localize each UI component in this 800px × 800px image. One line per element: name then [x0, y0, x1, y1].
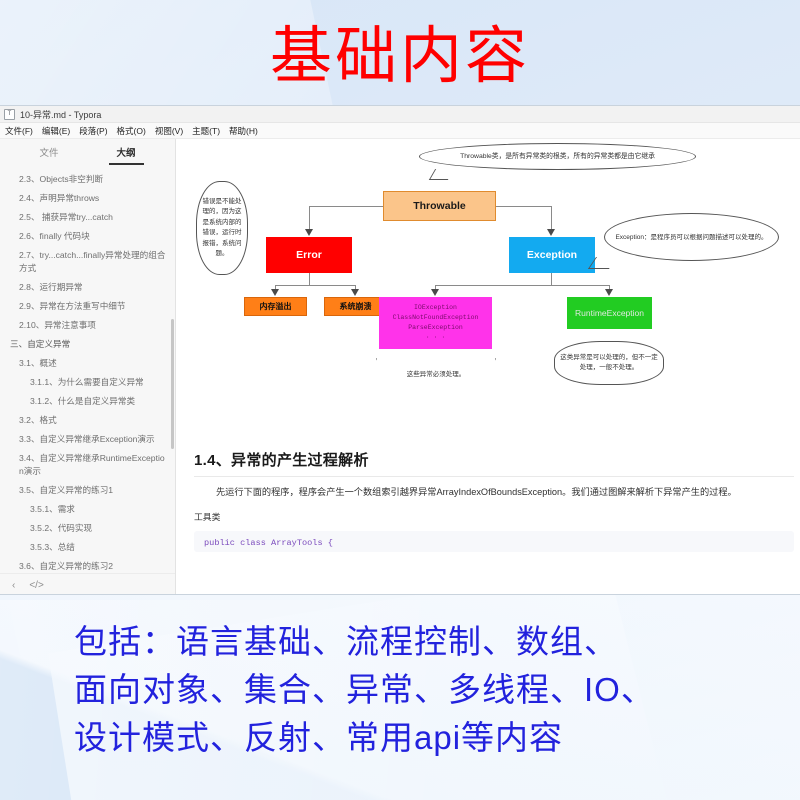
article-code-block[interactable]: public class ArrayTools {: [194, 531, 794, 552]
typora-body: 文件 大纲 2.3、Objects非空判断 2.4、声明异常throws 2.5、 …: [0, 139, 800, 594]
menu-item-help[interactable]: 帮助(H): [229, 125, 258, 137]
tab-files[interactable]: 文件: [39, 145, 58, 163]
arrow-to-error: [305, 229, 313, 236]
menu-item-edit[interactable]: 编辑(E): [42, 125, 70, 137]
article-heading: 1.4、异常的产生过程解析: [194, 452, 369, 469]
connector-throwable-to-error: [309, 206, 384, 207]
checked-line-2: ClassNotFoundException: [392, 314, 479, 321]
outline-item[interactable]: 2.3、Objects非空判断: [8, 173, 167, 186]
typora-app-icon: T: [4, 108, 15, 120]
node-system-crash: 系统崩溃: [324, 297, 387, 316]
presentation-slide: 基础内容 T 10-异常.md - Typora 文件(F) 编辑(E) 段落(…: [0, 0, 800, 800]
annotation-throwable: Throwable类，是所有异常类的根类，所有的异常类都是由它继承: [419, 143, 696, 170]
arrow-to-oom: [271, 289, 279, 296]
sidebar-scrollbar[interactable]: [171, 319, 174, 449]
arrow-to-runtime: [605, 289, 613, 296]
node-error: Error: [266, 237, 352, 273]
article-label: 工具类: [194, 512, 221, 522]
connector-exception-vertical: [551, 206, 552, 230]
outline-item[interactable]: 3.6、自定义异常的练习2: [8, 560, 167, 573]
outline-item[interactable]: 三、自定义异常: [8, 338, 167, 351]
slide-title: 基础内容: [269, 22, 530, 91]
connector-error-split: [275, 285, 356, 286]
outline-item[interactable]: 2.5、 捕获异常try...catch: [8, 211, 167, 224]
outline-item[interactable]: 2.7、try...catch...finally异常处理的组合方式: [8, 249, 167, 275]
outline-item[interactable]: 2.8、运行期异常: [8, 281, 167, 294]
typora-title-bar: T 10-异常.md - Typora: [0, 106, 800, 123]
menu-item-paragraph[interactable]: 段落(P): [79, 125, 107, 137]
node-checked-exceptions: IOException ClassNotFoundException Parse…: [379, 297, 492, 349]
arrow-to-checked: [431, 289, 439, 296]
connector-throwable-to-exception: [496, 206, 552, 207]
outline-item[interactable]: 2.6、finally 代码块: [8, 230, 167, 243]
collapse-sidebar-icon[interactable]: ‹: [12, 580, 15, 591]
outline-item[interactable]: 2.9、异常在方法重写中细节: [8, 300, 167, 313]
annotation-checked: 这些异常必须处理。: [376, 358, 496, 390]
article-paragraph: 先运行下面的程序，程序会产生一个数组索引越界异常ArrayIndexOfBoun…: [216, 487, 737, 497]
menu-item-format[interactable]: 格式(O): [117, 125, 146, 137]
outline-item[interactable]: 3.5.1、需求: [8, 503, 167, 516]
menu-item-view[interactable]: 视图(V): [155, 125, 183, 137]
slide-body-line-3: 设计模式、反射、常用api等内容: [74, 719, 564, 756]
slide-body-text: 包括：语言基础、流程控制、数组、 面向对象、集合、异常、多线程、IO、 设计模式…: [74, 618, 774, 762]
slide-body-line-1: 包括：语言基础、流程控制、数组、: [74, 623, 618, 660]
outline-item[interactable]: 3.2、格式: [8, 414, 167, 427]
node-throwable: Throwable: [383, 191, 496, 221]
connector-exception-split: [435, 285, 610, 286]
checked-line-3: ParseException: [408, 324, 463, 331]
arrow-to-crash: [351, 289, 359, 296]
article-section: 1.4、异常的产生过程解析 先运行下面的程序，程序会产生一个数组索引越界异常Ar…: [194, 449, 794, 552]
annotation-throwable-tail: [428, 169, 455, 180]
slide-body-line-2: 面向对象、集合、异常、多线程、IO、: [74, 671, 655, 708]
checked-line-1: IOException: [414, 304, 457, 311]
typora-menu-bar: 文件(F) 编辑(E) 段落(P) 格式(O) 视图(V) 主题(T) 帮助(H…: [0, 123, 800, 139]
annotation-error: 错误是不能处理的，因为这是系统内部的错误，运行时报错，系统问题。: [196, 181, 248, 275]
outline-item[interactable]: 3.1.1、为什么需要自定义异常: [8, 376, 167, 389]
typora-window: T 10-异常.md - Typora 文件(F) 编辑(E) 段落(P) 格式…: [0, 106, 800, 594]
node-runtime-exception: RuntimeException: [567, 297, 652, 329]
exception-hierarchy-diagram: Throwable Error Exception 内存溢出 系统崩溃 IOEx…: [184, 143, 794, 445]
annotation-runtime: 这类异常是可以处理的，但不一定处理，一般不处理。: [554, 341, 664, 385]
arrow-to-exception: [547, 229, 555, 236]
menu-item-theme[interactable]: 主题(T): [192, 125, 220, 137]
outline-item[interactable]: 3.5、自定义异常的练习1: [8, 484, 167, 497]
sidebar-footer: ‹ </>: [0, 573, 175, 594]
outline-item[interactable]: 2.10、异常注意事项: [8, 319, 167, 332]
outline-item[interactable]: 3.5.3、总结: [8, 541, 167, 554]
connector-error-vertical: [309, 206, 310, 230]
outline-item[interactable]: 3.1、概述: [8, 357, 167, 370]
outline-item[interactable]: 3.1.2、什么是自定义异常类: [8, 395, 167, 408]
outline-item[interactable]: 3.3、自定义异常继承Exception演示: [8, 433, 167, 446]
typora-editor[interactable]: Throwable Error Exception 内存溢出 系统崩溃 IOEx…: [176, 139, 800, 594]
sidebar-tab-bar: 文件 大纲: [0, 139, 175, 169]
typora-sidebar: 文件 大纲 2.3、Objects非空判断 2.4、声明异常throws 2.5、 …: [0, 139, 176, 594]
outline-item[interactable]: 3.5.2、代码实现: [8, 522, 167, 535]
annotation-exception: Exception：是程序员可以根据问题描述可以处理的。: [604, 213, 779, 261]
tab-outline[interactable]: 大纲: [108, 145, 144, 165]
outline-list[interactable]: 2.3、Objects非空判断 2.4、声明异常throws 2.5、 捕获异常tr…: [0, 169, 175, 573]
source-code-icon[interactable]: </>: [29, 580, 43, 591]
node-exception: Exception: [509, 237, 595, 273]
menu-item-file[interactable]: 文件(F): [5, 125, 33, 137]
outline-item[interactable]: 3.4、自定义异常继承RuntimeException演示: [8, 452, 167, 478]
node-out-of-memory: 内存溢出: [244, 297, 307, 316]
outline-item[interactable]: 2.4、声明异常throws: [8, 192, 167, 205]
article-divider: [194, 476, 794, 477]
checked-line-4: · · ·: [425, 334, 446, 341]
typora-window-title: 10-异常.md - Typora: [20, 109, 102, 120]
